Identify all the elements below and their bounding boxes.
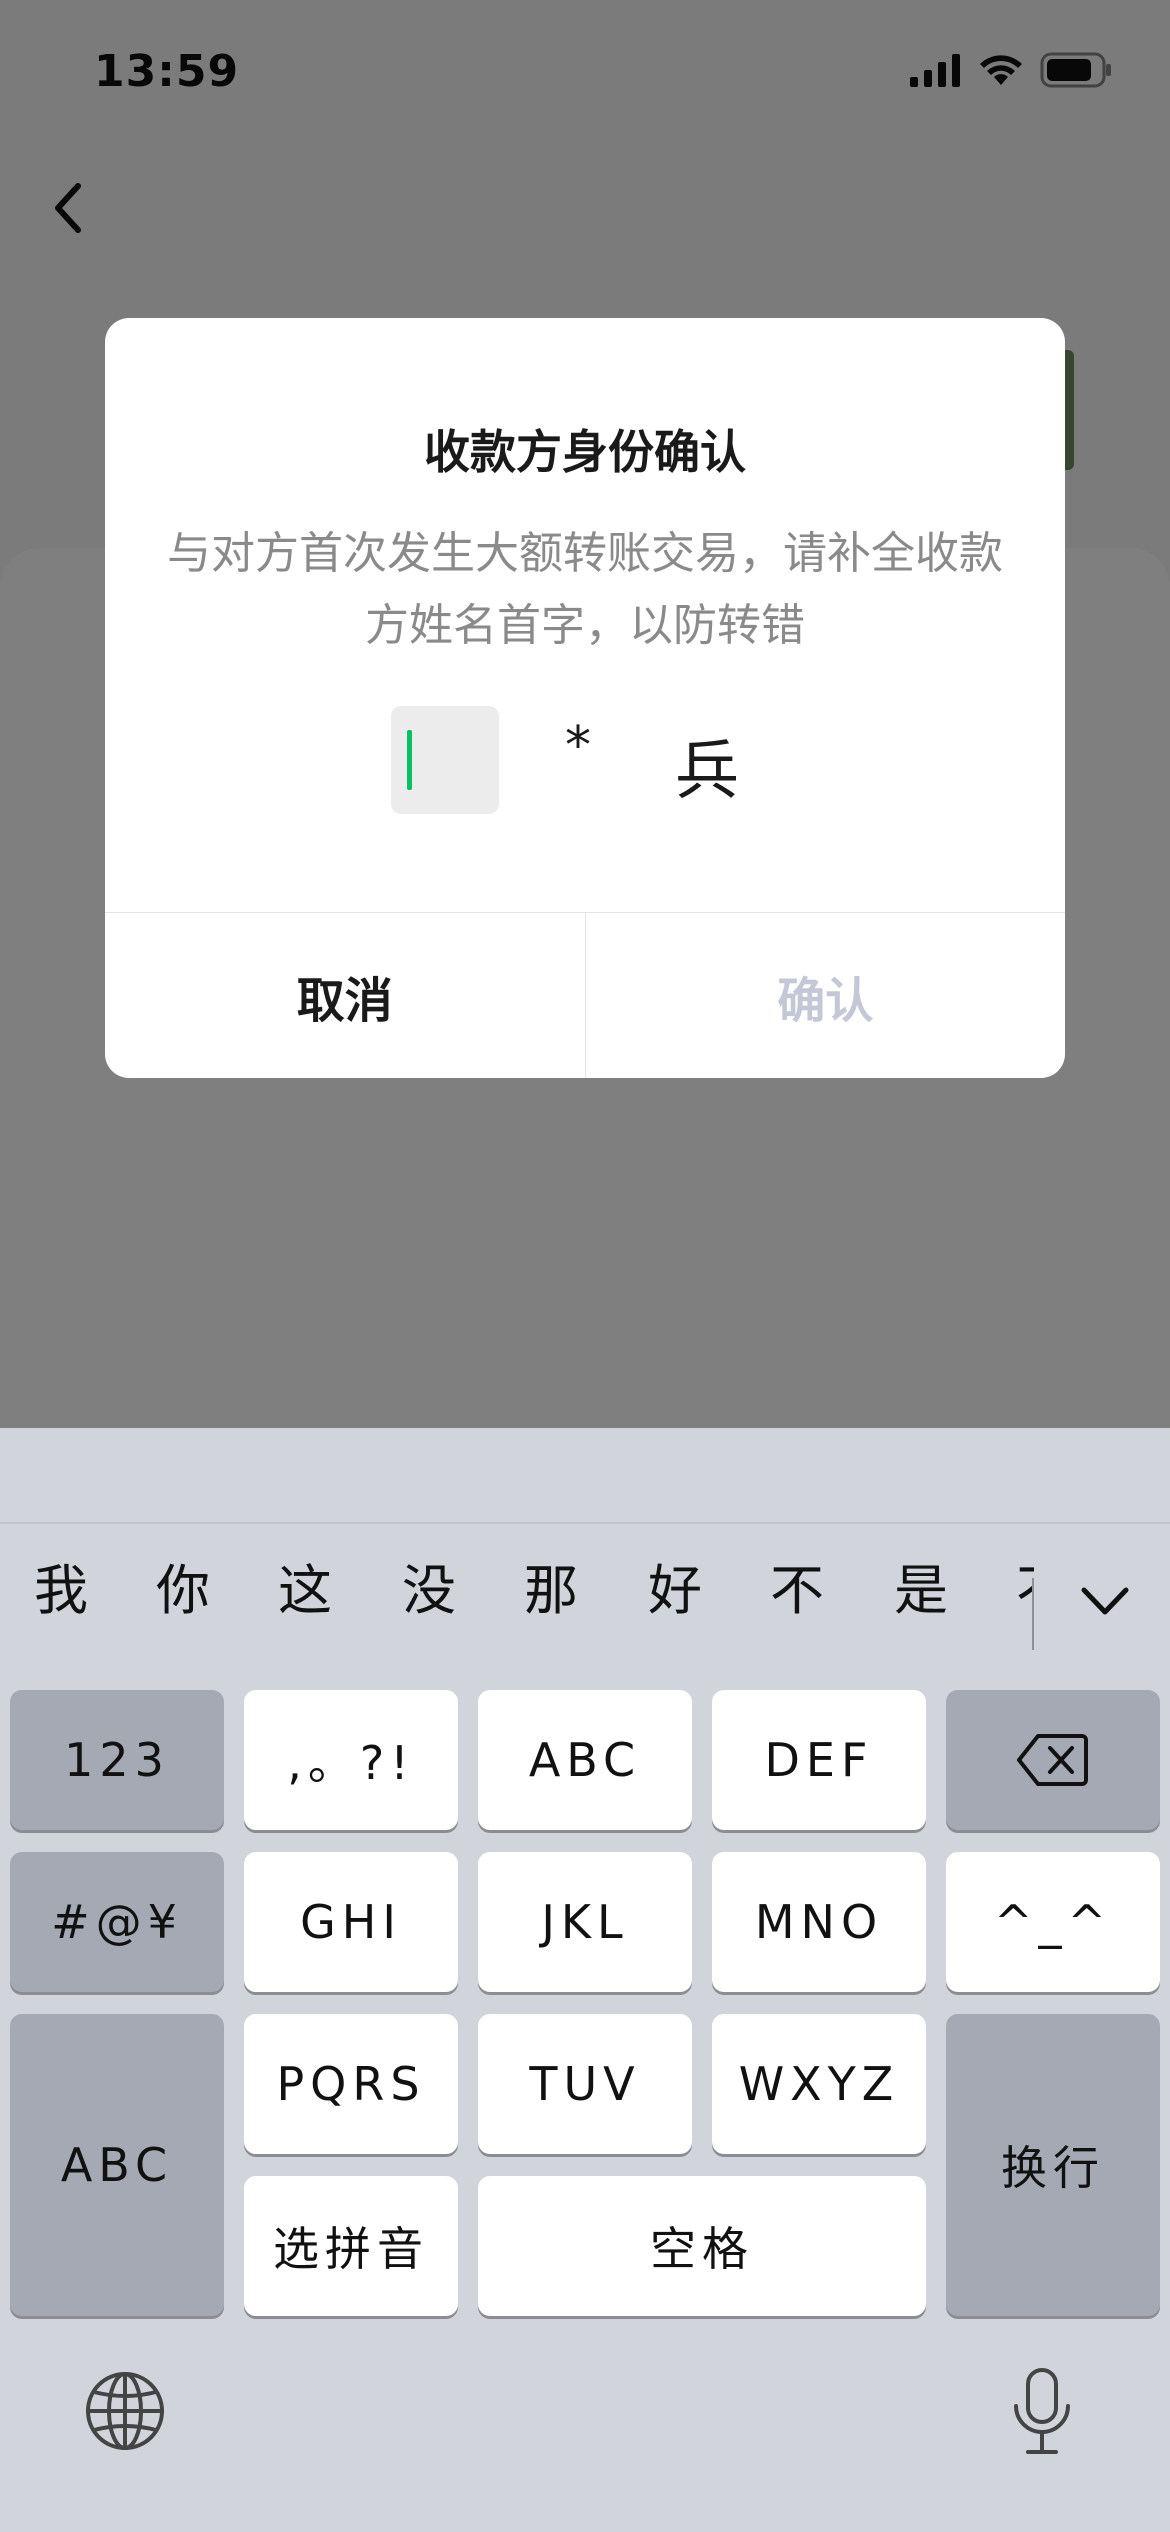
candidate-item[interactable]: 我	[34, 1546, 88, 1625]
key-wxyz[interactable]: WXYZ	[712, 2014, 926, 2154]
candidate-item[interactable]: 这	[278, 1546, 332, 1625]
key-newline[interactable]: 换行	[946, 2014, 1160, 2316]
candidate-item[interactable]: 你	[156, 1546, 210, 1625]
key-tuv[interactable]: TUV	[478, 2014, 692, 2154]
key-space[interactable]: 空格	[478, 2176, 926, 2316]
candidate-item[interactable]: 好	[648, 1546, 702, 1625]
key-symbols[interactable]: #@¥	[10, 1852, 224, 1992]
globe-icon[interactable]	[84, 2370, 166, 2452]
dialog-actions: 取消 确认	[105, 912, 1065, 1078]
keyboard-divider	[0, 1522, 1170, 1524]
key-jkl[interactable]: JKL	[478, 1852, 692, 1992]
name-mask-char: *	[565, 716, 591, 776]
first-char-input[interactable]	[391, 706, 499, 814]
confirm-button[interactable]: 确认	[586, 913, 1066, 1078]
candidate-item[interactable]: 不	[770, 1546, 824, 1625]
cancel-button[interactable]: 取消	[105, 913, 586, 1078]
candidate-item[interactable]: 没	[402, 1546, 456, 1625]
dialog-description: 与对方首次发生大额转账交易，请补全收款方姓名首字，以防转错	[167, 528, 1003, 651]
backspace-key[interactable]	[946, 1690, 1160, 1830]
chevron-down-icon[interactable]	[1070, 1566, 1140, 1636]
candidate-bar: 我 你 这 没 那 好 不 是 不	[0, 1546, 1170, 1656]
microphone-icon[interactable]	[1010, 2366, 1074, 2458]
key-ghi[interactable]: GHI	[244, 1852, 458, 1992]
key-mno[interactable]: MNO	[712, 1852, 926, 1992]
key-abc[interactable]: ABC	[478, 1690, 692, 1830]
key-pinyin-select[interactable]: 选拼音	[244, 2176, 458, 2316]
candidate-item[interactable]: 那	[524, 1546, 578, 1625]
name-last-char: 兵	[675, 735, 739, 809]
key-def[interactable]: DEF	[712, 1690, 926, 1830]
candidate-divider	[1032, 1578, 1034, 1650]
key-123[interactable]: 123	[10, 1690, 224, 1830]
payee-confirm-dialog: 收款方身份确认 与对方首次发生大额转账交易，请补全收款方姓名首字，以防转错 * …	[105, 318, 1065, 1078]
text-caret	[407, 730, 412, 790]
payee-name-row: * 兵	[105, 706, 1065, 816]
dialog-title: 收款方身份确认	[424, 425, 746, 479]
key-pqrs[interactable]: PQRS	[244, 2014, 458, 2154]
candidate-item[interactable]: 是	[894, 1546, 948, 1625]
key-emoticon[interactable]: ^_^	[946, 1852, 1160, 1992]
key-abc-switch[interactable]: ABC	[10, 2014, 224, 2316]
backspace-icon	[1017, 1734, 1088, 1786]
key-punctuation[interactable]: ,。?!	[244, 1690, 458, 1830]
